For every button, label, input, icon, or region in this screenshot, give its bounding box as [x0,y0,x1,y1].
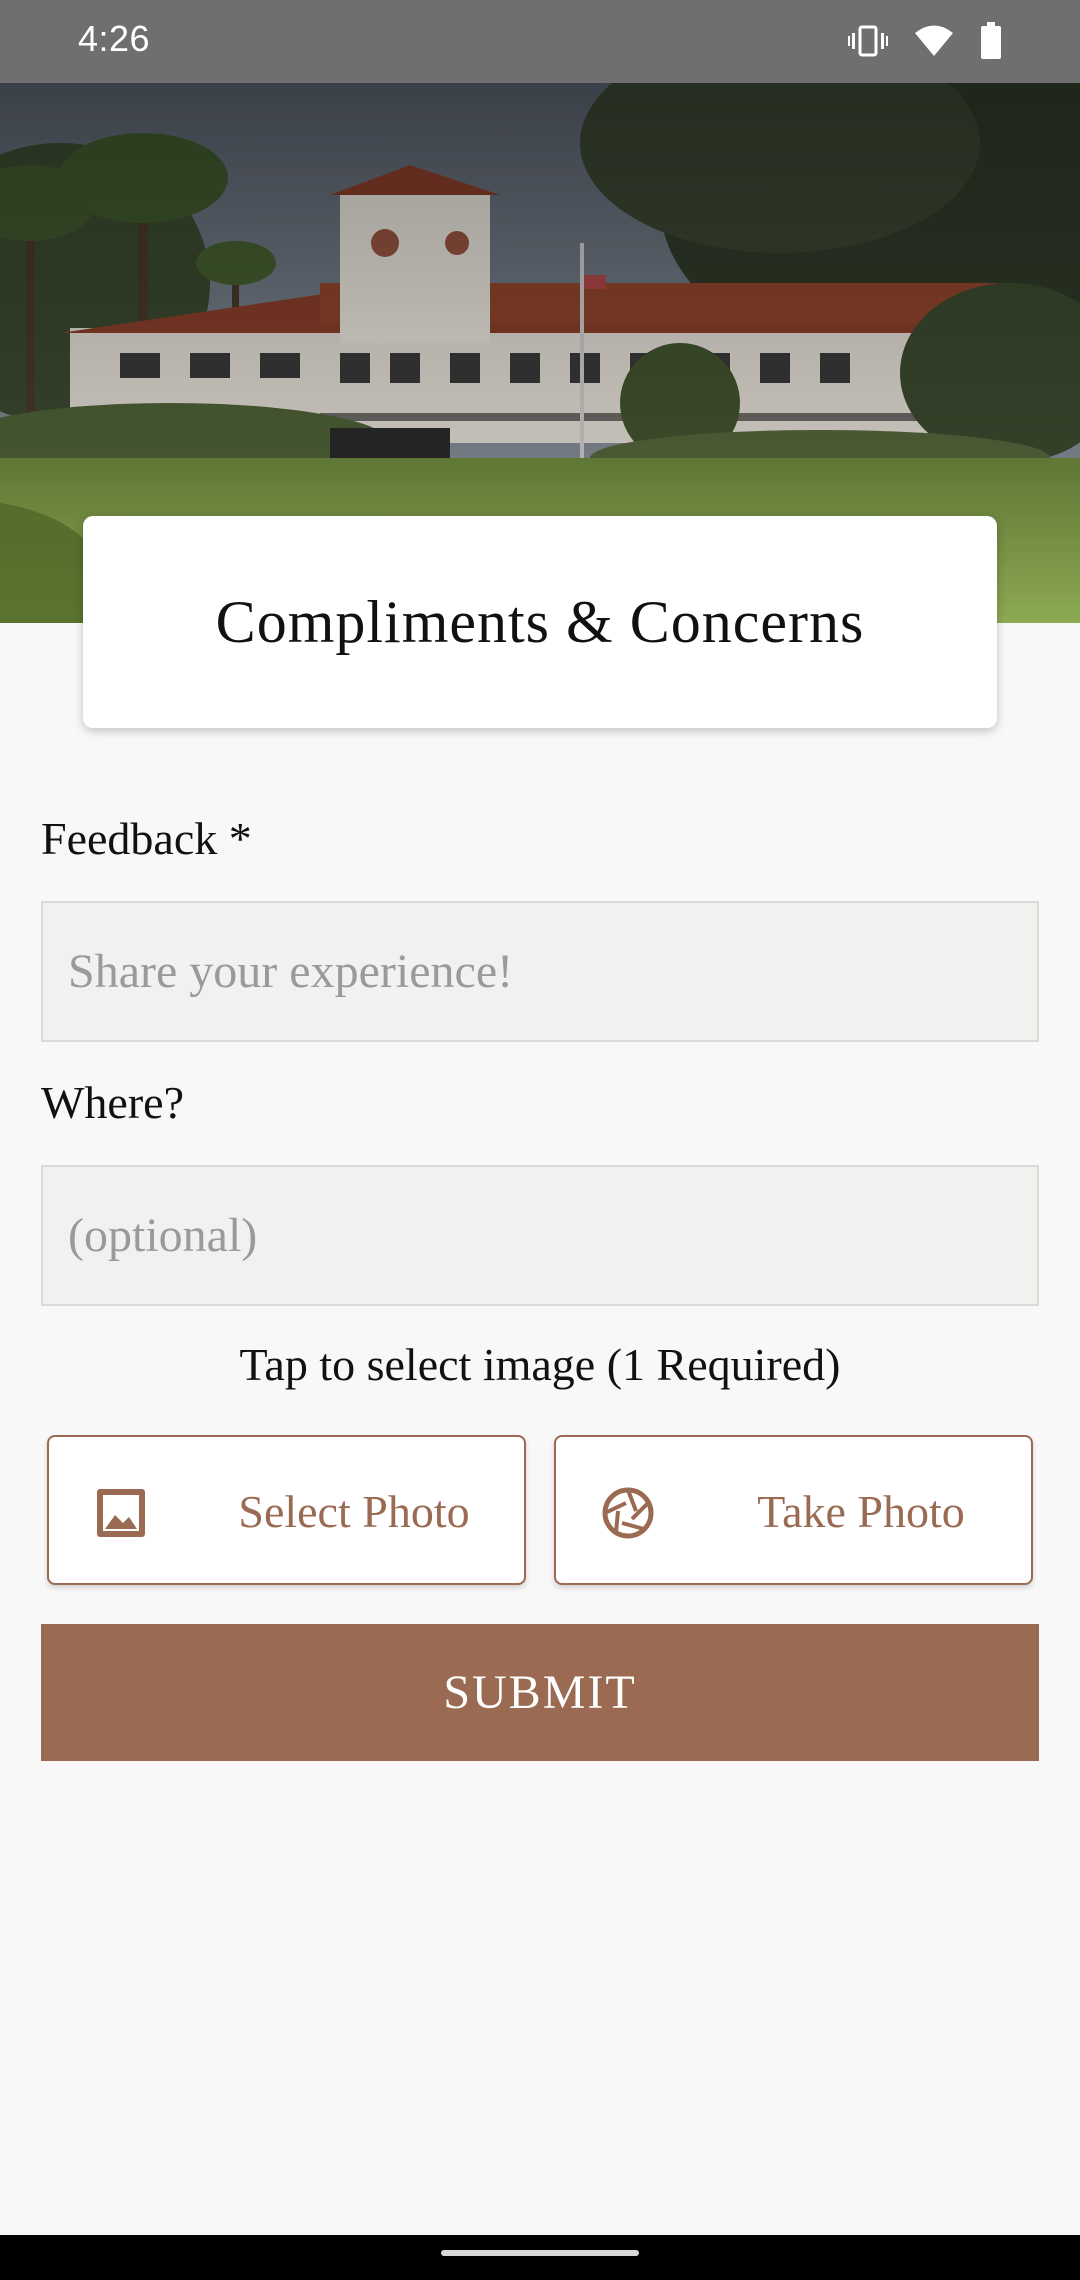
where-label: Where? [41,1077,184,1128]
image-icon [95,1487,147,1539]
vibrate-icon [848,24,888,58]
page-title: Compliments & Concerns [215,588,865,655]
navigation-bar [0,2235,1080,2280]
camera-shutter-icon [602,1487,654,1539]
where-input[interactable] [41,1165,1039,1306]
feedback-input[interactable] [41,901,1039,1042]
take-photo-button[interactable]: Take Photo [554,1435,1033,1585]
wifi-icon [914,24,954,58]
select-photo-label: Select Photo [238,1486,470,1537]
home-handle[interactable] [441,2250,639,2256]
status-time: 4:26 [78,18,151,59]
battery-icon [980,22,1002,60]
feedback-label: Feedback * [41,813,252,864]
image-hint: Tap to select image (1 Required) [239,1339,841,1390]
status-icons [848,22,1002,60]
status-bar: 4:26 [0,0,1080,83]
submit-button[interactable]: SUBMIT [41,1624,1039,1761]
take-photo-label: Take Photo [757,1486,965,1537]
title-card: Compliments & Concerns [83,516,997,728]
select-photo-button[interactable]: Select Photo [47,1435,526,1585]
